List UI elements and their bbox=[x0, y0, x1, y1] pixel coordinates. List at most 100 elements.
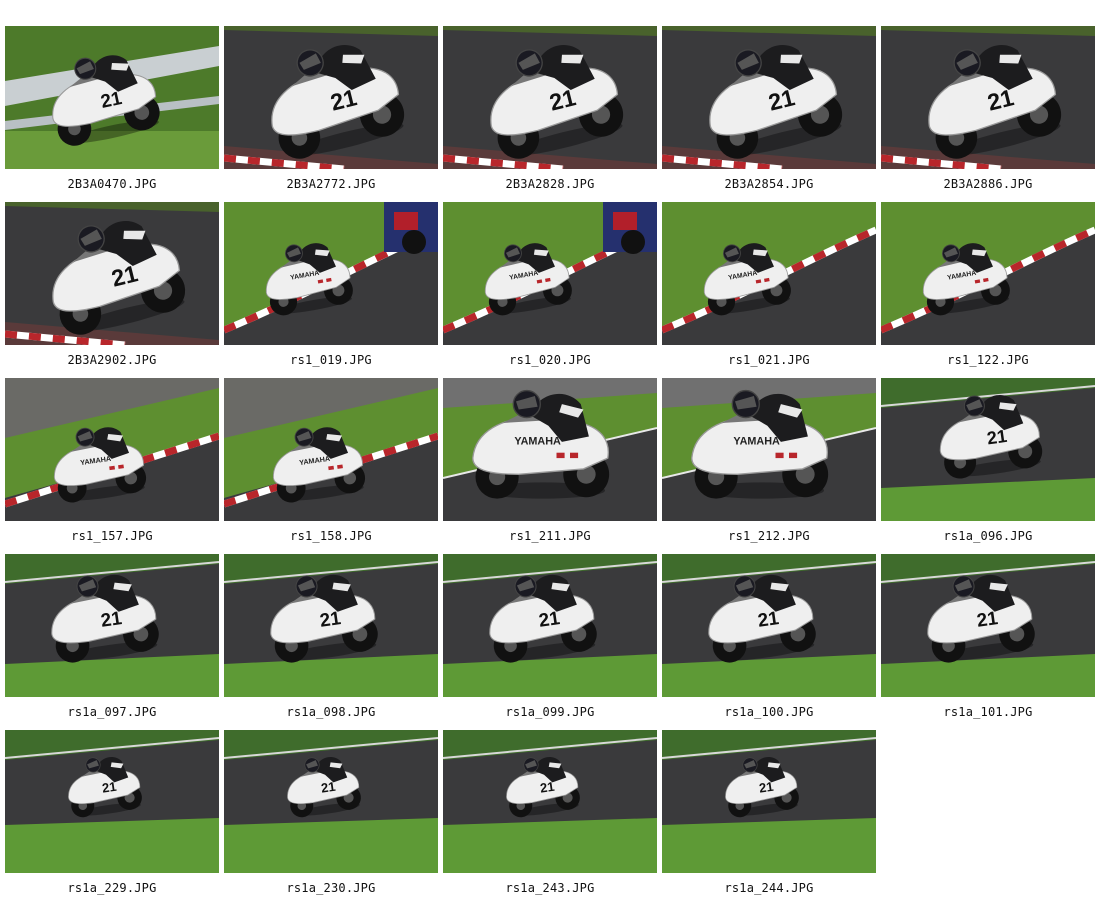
thumbnail-item[interactable]: 21 2B3A2902.JPG bbox=[5, 202, 219, 378]
thumbnail-filename[interactable]: rs1a_230.JPG bbox=[224, 873, 438, 906]
thumbnail-item[interactable]: YAMAHA rs1_211.JPG bbox=[443, 378, 657, 554]
thumbnail-image[interactable]: 21 bbox=[662, 554, 876, 697]
thumbnail-image[interactable]: 21 bbox=[5, 730, 219, 873]
thumbnail-item[interactable]: YAMAHA rs1_019.JPG bbox=[224, 202, 438, 378]
motorcycle-photo: 21 bbox=[224, 730, 438, 873]
thumbnail-image[interactable]: 21 bbox=[224, 554, 438, 697]
motorcycle-photo: YAMAHA bbox=[224, 202, 438, 345]
thumbnail-filename[interactable]: 2B3A2854.JPG bbox=[662, 169, 876, 202]
thumbnail-item[interactable]: YAMAHA rs1_212.JPG bbox=[662, 378, 876, 554]
thumbnail-filename[interactable]: rs1_021.JPG bbox=[662, 345, 876, 378]
thumbnail-item[interactable]: YAMAHA rs1_021.JPG bbox=[662, 202, 876, 378]
thumbnail-item[interactable]: 21 rs1a_098.JPG bbox=[224, 554, 438, 730]
thumbnail-filename[interactable]: rs1a_243.JPG bbox=[443, 873, 657, 906]
thumbnail-filename[interactable]: rs1_019.JPG bbox=[224, 345, 438, 378]
svg-text:21: 21 bbox=[318, 608, 342, 632]
svg-text:21: 21 bbox=[101, 779, 117, 796]
svg-text:21: 21 bbox=[537, 608, 561, 632]
thumbnail-filename[interactable]: 2B3A2886.JPG bbox=[881, 169, 1095, 202]
thumbnail-image[interactable]: 21 bbox=[224, 730, 438, 873]
thumbnail-image[interactable]: YAMAHA bbox=[662, 378, 876, 521]
motorcycle-photo: YAMAHA bbox=[662, 378, 876, 521]
motorcycle-photo: 21 bbox=[662, 730, 876, 873]
thumbnail-image[interactable]: 21 bbox=[881, 26, 1095, 169]
thumbnail-filename[interactable]: rs1a_229.JPG bbox=[5, 873, 219, 906]
thumbnail-image[interactable]: 21 bbox=[443, 26, 657, 169]
thumbnail-filename[interactable]: rs1_157.JPG bbox=[5, 521, 219, 554]
thumbnail-image[interactable]: YAMAHA bbox=[443, 378, 657, 521]
thumbnail-item[interactable]: 21 rs1a_100.JPG bbox=[662, 554, 876, 730]
thumbnail-row: 21 2B3A0470.JPG 21 2B3A2772.JPG 21 2B3A2828.J… bbox=[5, 26, 1100, 202]
motorcycle-photo: 21 bbox=[662, 554, 876, 697]
motorcycle-photo: YAMAHA bbox=[443, 378, 657, 521]
thumbnail-item[interactable]: 21 rs1a_230.JPG bbox=[224, 730, 438, 906]
thumbnail-item[interactable]: 21 2B3A0470.JPG bbox=[5, 26, 219, 202]
thumbnail-filename[interactable]: rs1a_098.JPG bbox=[224, 697, 438, 730]
thumbnail-image[interactable]: 21 bbox=[224, 26, 438, 169]
motorcycle-photo: 21 bbox=[881, 378, 1095, 521]
motorcycle-photo: 21 bbox=[224, 554, 438, 697]
thumbnail-image[interactable]: YAMAHA bbox=[881, 202, 1095, 345]
thumbnail-row: YAMAHA rs1_157.JPG YAMAHA rs1_158.JPG YAMAHA… bbox=[5, 378, 1100, 554]
thumbnail-filename[interactable]: rs1a_099.JPG bbox=[443, 697, 657, 730]
thumbnail-filename[interactable]: rs1a_100.JPG bbox=[662, 697, 876, 730]
thumbnail-image[interactable]: 21 bbox=[5, 202, 219, 345]
thumbnail-filename[interactable]: rs1_211.JPG bbox=[443, 521, 657, 554]
thumbnail-item[interactable]: 21 rs1a_096.JPG bbox=[881, 378, 1095, 554]
thumbnail-image[interactable]: YAMAHA bbox=[224, 378, 438, 521]
thumbnail-filename[interactable]: rs1_158.JPG bbox=[224, 521, 438, 554]
motorcycle-photo: 21 bbox=[443, 730, 657, 873]
thumbnail-filename[interactable]: rs1_122.JPG bbox=[881, 345, 1095, 378]
motorcycle-photo: YAMAHA bbox=[881, 202, 1095, 345]
thumbnail-image[interactable]: 21 bbox=[881, 554, 1095, 697]
thumbnail-image[interactable]: YAMAHA bbox=[443, 202, 657, 345]
thumbnail-filename[interactable]: 2B3A2772.JPG bbox=[224, 169, 438, 202]
svg-text:YAMAHA: YAMAHA bbox=[733, 436, 780, 448]
thumbnail-item[interactable]: 21 2B3A2886.JPG bbox=[881, 26, 1095, 202]
thumbnail-filename[interactable]: rs1a_244.JPG bbox=[662, 873, 876, 906]
thumbnail-image[interactable]: 21 bbox=[443, 730, 657, 873]
thumbnail-image[interactable]: 21 bbox=[662, 26, 876, 169]
thumbnail-item[interactable]: 21 2B3A2828.JPG bbox=[443, 26, 657, 202]
thumbnail-item[interactable]: 21 rs1a_101.JPG bbox=[881, 554, 1095, 730]
motorcycle-photo: 21 bbox=[5, 26, 219, 169]
thumbnail-item[interactable]: YAMAHA rs1_122.JPG bbox=[881, 202, 1095, 378]
motorcycle-photo: YAMAHA bbox=[662, 202, 876, 345]
thumbnail-image[interactable]: 21 bbox=[5, 554, 219, 697]
motorcycle-photo: YAMAHA bbox=[443, 202, 657, 345]
thumbnail-item[interactable]: YAMAHA rs1_020.JPG bbox=[443, 202, 657, 378]
motorcycle-photo: 21 bbox=[881, 554, 1095, 697]
thumbnail-image[interactable]: 21 bbox=[881, 378, 1095, 521]
svg-text:21: 21 bbox=[975, 608, 999, 632]
thumbnail-image[interactable]: 21 bbox=[5, 26, 219, 169]
thumbnail-image[interactable]: 21 bbox=[662, 730, 876, 873]
motorcycle-photo: 21 bbox=[662, 26, 876, 169]
thumbnail-item[interactable]: 21 rs1a_243.JPG bbox=[443, 730, 657, 906]
svg-text:21: 21 bbox=[986, 426, 1009, 449]
thumbnail-row: 21 rs1a_097.JPG 21 rs1a_098.JPG 21 rs1a_099.J… bbox=[5, 554, 1100, 730]
thumbnail-image[interactable]: YAMAHA bbox=[224, 202, 438, 345]
thumbnail-filename[interactable]: rs1_020.JPG bbox=[443, 345, 657, 378]
thumbnail-item[interactable]: 21 rs1a_097.JPG bbox=[5, 554, 219, 730]
thumbnail-image[interactable]: 21 bbox=[443, 554, 657, 697]
thumbnail-item[interactable]: 21 rs1a_244.JPG bbox=[662, 730, 876, 906]
thumbnail-filename[interactable]: 2B3A0470.JPG bbox=[5, 169, 219, 202]
thumbnail-filename[interactable]: 2B3A2828.JPG bbox=[443, 169, 657, 202]
svg-text:21: 21 bbox=[758, 779, 774, 796]
motorcycle-photo: 21 bbox=[443, 554, 657, 697]
thumbnail-filename[interactable]: 2B3A2902.JPG bbox=[5, 345, 219, 378]
thumbnail-filename[interactable]: rs1_212.JPG bbox=[662, 521, 876, 554]
thumbnail-item[interactable]: 21 rs1a_229.JPG bbox=[5, 730, 219, 906]
thumbnail-image[interactable]: YAMAHA bbox=[662, 202, 876, 345]
thumbnail-filename[interactable]: rs1a_101.JPG bbox=[881, 697, 1095, 730]
thumbnail-item[interactable]: YAMAHA rs1_157.JPG bbox=[5, 378, 219, 554]
motorcycle-photo: YAMAHA bbox=[224, 378, 438, 521]
thumbnail-item[interactable]: 21 2B3A2854.JPG bbox=[662, 26, 876, 202]
thumbnail-filename[interactable]: rs1a_096.JPG bbox=[881, 521, 1095, 554]
thumbnail-item[interactable]: YAMAHA rs1_158.JPG bbox=[224, 378, 438, 554]
thumbnail-filename[interactable]: rs1a_097.JPG bbox=[5, 697, 219, 730]
thumbnail-item[interactable]: 21 2B3A2772.JPG bbox=[224, 26, 438, 202]
motorcycle-photo: 21 bbox=[881, 26, 1095, 169]
thumbnail-image[interactable]: YAMAHA bbox=[5, 378, 219, 521]
thumbnail-item[interactable]: 21 rs1a_099.JPG bbox=[443, 554, 657, 730]
